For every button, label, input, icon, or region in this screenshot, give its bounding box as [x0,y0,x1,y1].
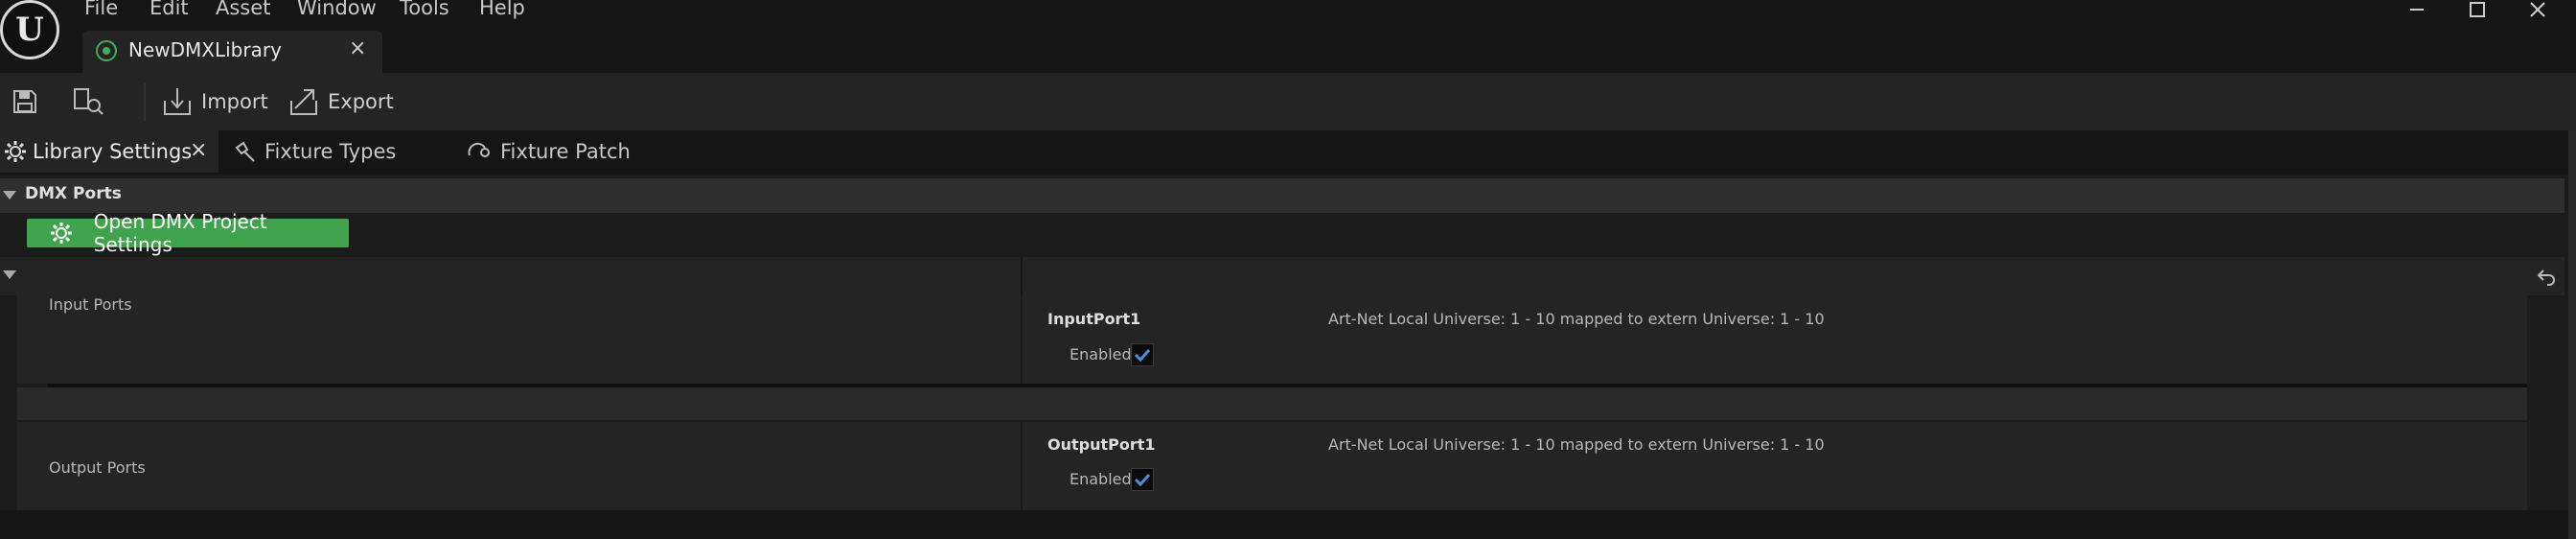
tab-fixture-types[interactable]: Fixture Types [234,130,396,173]
document-tab[interactable]: NewDMXLibrary × [82,31,382,73]
tab-fixture-types-label: Fixture Types [264,140,397,163]
output-ports-name-cell: Output Ports [17,422,1021,510]
import-icon [164,88,191,115]
document-tab-close-button[interactable]: × [349,36,366,60]
input-port-name: InputPort1 [1047,310,1141,328]
minimize-icon [2410,9,2424,11]
menu-edit[interactable]: Edit [150,0,189,19]
unreal-logo[interactable]: U [0,0,59,59]
close-window-button[interactable] [2518,0,2557,21]
close-icon [2530,2,2545,17]
output-port-name: OutputPort1 [1047,435,1156,454]
export-icon [290,89,317,115]
tab-fixture-patch-label: Fixture Patch [500,140,631,163]
collapse-arrow-icon[interactable] [3,191,16,199]
details-panel: DMX Ports Open DMX Project Settings Inpu… [0,175,2568,510]
input-port-summary: Art-Net Local Universe: 1 - 10 mapped to… [1328,310,1825,328]
vertical-scrollbar[interactable] [2568,130,2576,539]
panel-tab-bar: Library Settings × Fixture Types Fixture… [0,130,2576,175]
input-ports-name-cell: Input Ports [17,295,1021,384]
spacer-row [17,387,2527,420]
import-button[interactable]: Import [161,73,268,130]
document-tab-label: NewDMXLibrary [128,38,282,61]
save-icon [13,90,36,113]
save-button[interactable] [12,73,50,130]
gear-icon [51,223,72,244]
fixture-icon [235,141,255,162]
output-ports-value-cell: OutputPort1 Art-Net Local Universe: 1 - … [1023,422,2527,510]
checkmark-icon [1134,348,1151,362]
output-enabled-checkbox[interactable] [1131,468,1154,491]
import-label: Import [201,90,268,113]
collapse-arrow-icon[interactable] [3,270,16,279]
minimize-button[interactable] [2398,0,2436,21]
logo-text: U [15,11,44,49]
menu-asset[interactable]: Asset [216,0,270,19]
toolbar-separator [144,82,146,121]
open-dmx-project-settings-label: Open DMX Project Settings [93,210,267,256]
open-dmx-project-settings-button[interactable]: Open DMX Project Settings [27,210,349,256]
input-enabled-label: Enabled [1070,345,1132,363]
output-port-summary: Art-Net Local Universe: 1 - 10 mapped to… [1328,435,1825,454]
dmx-library-icon [96,40,117,61]
browse-icon [74,88,104,115]
menu-help[interactable]: Help [479,0,525,19]
output-ports-label: Output Ports [49,458,146,477]
patch-icon [468,142,490,157]
input-ports-value-cell: InputPort1 Art-Net Local Universe: 1 - 1… [1023,295,2527,384]
tab-fixture-patch[interactable]: Fixture Patch [466,130,631,173]
menu-window[interactable]: Window [297,0,377,19]
title-bar: U File Edit Asset Window Tools Help NewD… [0,0,2576,73]
category-dmx-ports[interactable]: DMX Ports [0,178,2564,213]
tab-library-settings-label: Library Settings [33,140,193,163]
column-divider [1021,257,1023,295]
input-enabled-checkbox[interactable] [1131,343,1154,366]
category-label: DMX Ports [25,184,122,203]
export-label: Export [328,90,394,113]
input-ports-label: Input Ports [49,295,132,314]
menu-file[interactable]: File [84,0,118,19]
tab-library-settings-close-button[interactable]: × [190,138,207,162]
ports-property-row [0,257,2564,295]
reset-arrow-icon[interactable] [2536,267,2557,286]
toolbar: Import Export [0,73,2576,130]
maximize-icon [2470,2,2485,17]
checkmark-icon [1134,473,1151,486]
tab-library-settings[interactable]: Library Settings × [0,130,218,173]
bottom-bar [0,510,2568,539]
export-button[interactable]: Export [288,73,394,130]
output-enabled-label: Enabled [1070,470,1132,488]
menu-tools[interactable]: Tools [400,0,449,19]
maximize-button[interactable] [2458,0,2496,21]
browse-button[interactable] [73,73,111,130]
gear-icon [5,141,26,162]
